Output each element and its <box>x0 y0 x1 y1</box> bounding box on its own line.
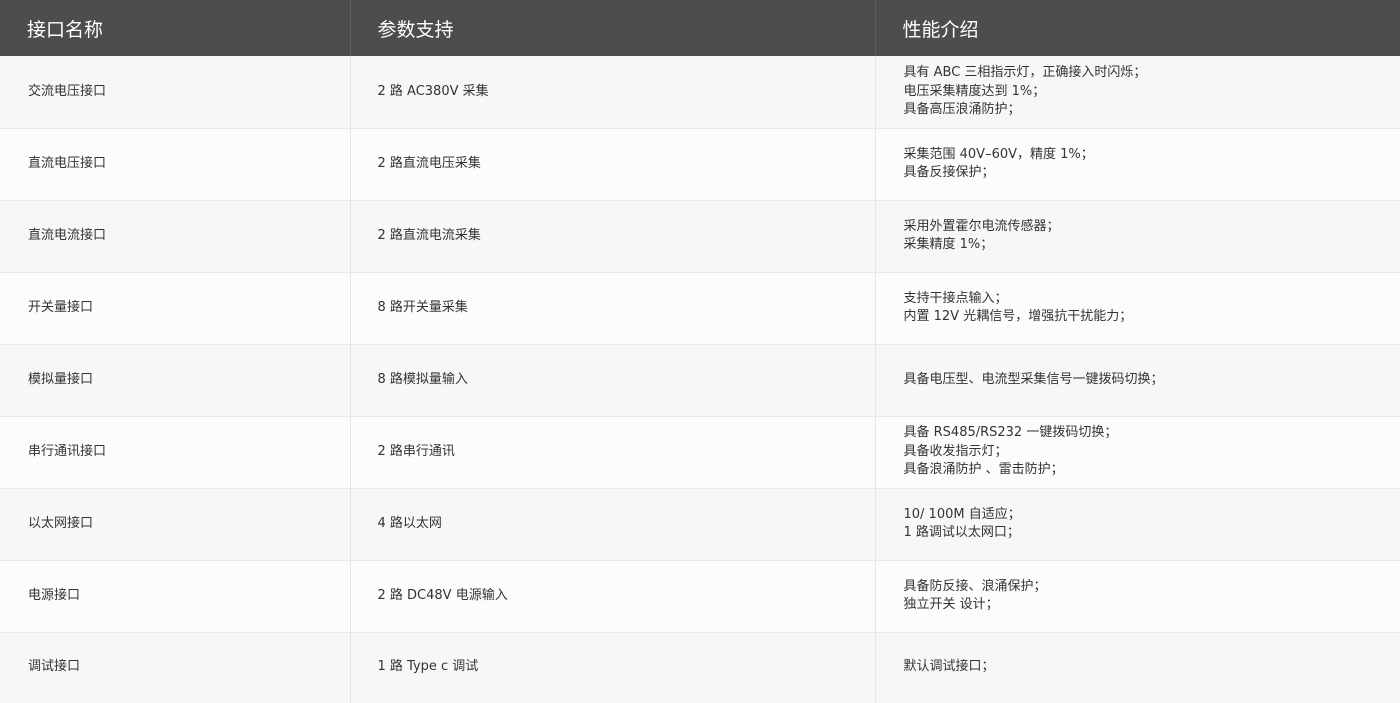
interface-name-cell: 以太网接口 <box>0 488 351 561</box>
table-row: 直流电压接口 2 路直流电压采集 采集范围 40V–60V，精度 1%； 具备反… <box>0 128 1400 201</box>
performance-line: 采集范围 40V–60V，精度 1%； <box>903 146 1094 162</box>
header-row: 接口名称 参数支持 性能介绍 <box>0 0 1400 56</box>
performance-cell: 具备防反接、浪涌保护； 独立开关 设计； <box>875 560 1400 633</box>
table-row: 交流电压接口 2 路 AC380V 采集 具有 ABC 三相指示灯，正确接入时闪… <box>0 56 1400 129</box>
table-row: 模拟量接口 8 路模拟量输入 具备电压型、电流型采集信号一键拨码切换； <box>0 344 1400 417</box>
table-row: 电源接口 2 路 DC48V 电源输入 具备防反接、浪涌保护； 独立开关 设计； <box>0 560 1400 633</box>
parameter-cell: 2 路 AC380V 采集 <box>350 56 876 129</box>
table-row: 调试接口 1 路 Type c 调试 默认调试接口； <box>0 632 1400 703</box>
parameter-cell: 1 路 Type c 调试 <box>350 632 876 703</box>
table-row: 以太网接口 4 路以太网 10/ 100M 自适应； 1 路调试以太网口； <box>0 488 1400 561</box>
table-row: 串行通讯接口 2 路串行通讯 具备 RS485/RS232 一键拨码切换； 具备… <box>0 416 1400 489</box>
performance-line: 默认调试接口； <box>903 659 995 675</box>
performance-line: 采用外置霍尔电流传感器； <box>903 218 1060 234</box>
performance-cell: 具有 ABC 三相指示灯，正确接入时闪烁； 电压采集精度达到 1%； 具备高压浪… <box>875 56 1400 129</box>
interface-name-cell: 交流电压接口 <box>0 56 351 129</box>
performance-line: 具备防反接、浪涌保护； <box>903 578 1047 594</box>
performance-line: 电压采集精度达到 1%； <box>903 83 1046 99</box>
interface-name-cell: 调试接口 <box>0 632 351 703</box>
performance-line: 具备反接保护； <box>903 165 995 180</box>
performance-cell: 采用外置霍尔电流传感器； 采集精度 1%； <box>875 200 1400 273</box>
performance-cell: 具备电压型、电流型采集信号一键拨码切换； <box>875 344 1400 417</box>
performance-line: 独立开关 设计； <box>903 597 999 612</box>
parameter-cell: 2 路直流电压采集 <box>350 128 876 201</box>
table-body: 交流电压接口 2 路 AC380V 采集 具有 ABC 三相指示灯，正确接入时闪… <box>0 56 1400 703</box>
table-header: 接口名称 参数支持 性能介绍 <box>0 0 1400 56</box>
performance-line: 具备 RS485/RS232 一键拨码切换； <box>903 425 1118 441</box>
performance-line: 采集精度 1%； <box>903 237 994 252</box>
interface-name-cell: 串行通讯接口 <box>0 416 351 489</box>
performance-line: 具备浪涌防护 、雷击防护； <box>903 462 1064 478</box>
parameter-cell: 2 路串行通讯 <box>350 416 876 489</box>
interface-name-cell: 电源接口 <box>0 560 351 633</box>
performance-cell: 默认调试接口； <box>875 632 1400 703</box>
parameter-cell: 8 路模拟量输入 <box>350 344 876 417</box>
table-row: 直流电流接口 2 路直流电流采集 采用外置霍尔电流传感器； 采集精度 1%； <box>0 200 1400 273</box>
interface-name-cell: 直流电压接口 <box>0 128 351 201</box>
interface-name-cell: 直流电流接口 <box>0 200 351 273</box>
table-row: 开关量接口 8 路开关量采集 支持干接点输入； 内置 12V 光耦信号，增强抗干… <box>0 272 1400 345</box>
performance-cell: 采集范围 40V–60V，精度 1%； 具备反接保护； <box>875 128 1400 201</box>
performance-line: 具备高压浪涌防护； <box>903 102 1021 117</box>
performance-cell: 具备 RS485/RS232 一键拨码切换； 具备收发指示灯； 具备浪涌防护 、… <box>875 416 1400 489</box>
interface-spec-table: 接口名称 参数支持 性能介绍 交流电压接口 2 路 AC380V 采集 具有 A… <box>0 0 1400 703</box>
performance-line: 1 路调试以太网口； <box>903 525 1020 540</box>
performance-line: 具备电压型、电流型采集信号一键拨码切换； <box>903 371 1164 387</box>
interface-name-cell: 开关量接口 <box>0 272 351 345</box>
performance-line: 10/ 100M 自适应； <box>903 506 1021 522</box>
parameter-cell: 2 路直流电流采集 <box>350 200 876 273</box>
parameter-cell: 2 路 DC48V 电源输入 <box>350 560 876 633</box>
header-interface-name: 接口名称 <box>0 0 351 56</box>
header-parameter-support: 参数支持 <box>350 0 876 56</box>
header-performance: 性能介绍 <box>875 0 1400 56</box>
performance-cell: 支持干接点输入； 内置 12V 光耦信号，增强抗干扰能力； <box>875 272 1400 345</box>
performance-line: 支持干接点输入； <box>903 290 1008 306</box>
performance-line: 具有 ABC 三相指示灯，正确接入时闪烁； <box>903 65 1147 80</box>
performance-line: 内置 12V 光耦信号，增强抗干扰能力； <box>903 309 1133 324</box>
parameter-cell: 4 路以太网 <box>350 488 876 561</box>
performance-cell: 10/ 100M 自适应； 1 路调试以太网口； <box>875 488 1400 561</box>
interface-name-cell: 模拟量接口 <box>0 344 351 417</box>
parameter-cell: 8 路开关量采集 <box>350 272 876 345</box>
performance-line: 具备收发指示灯； <box>903 443 1008 459</box>
